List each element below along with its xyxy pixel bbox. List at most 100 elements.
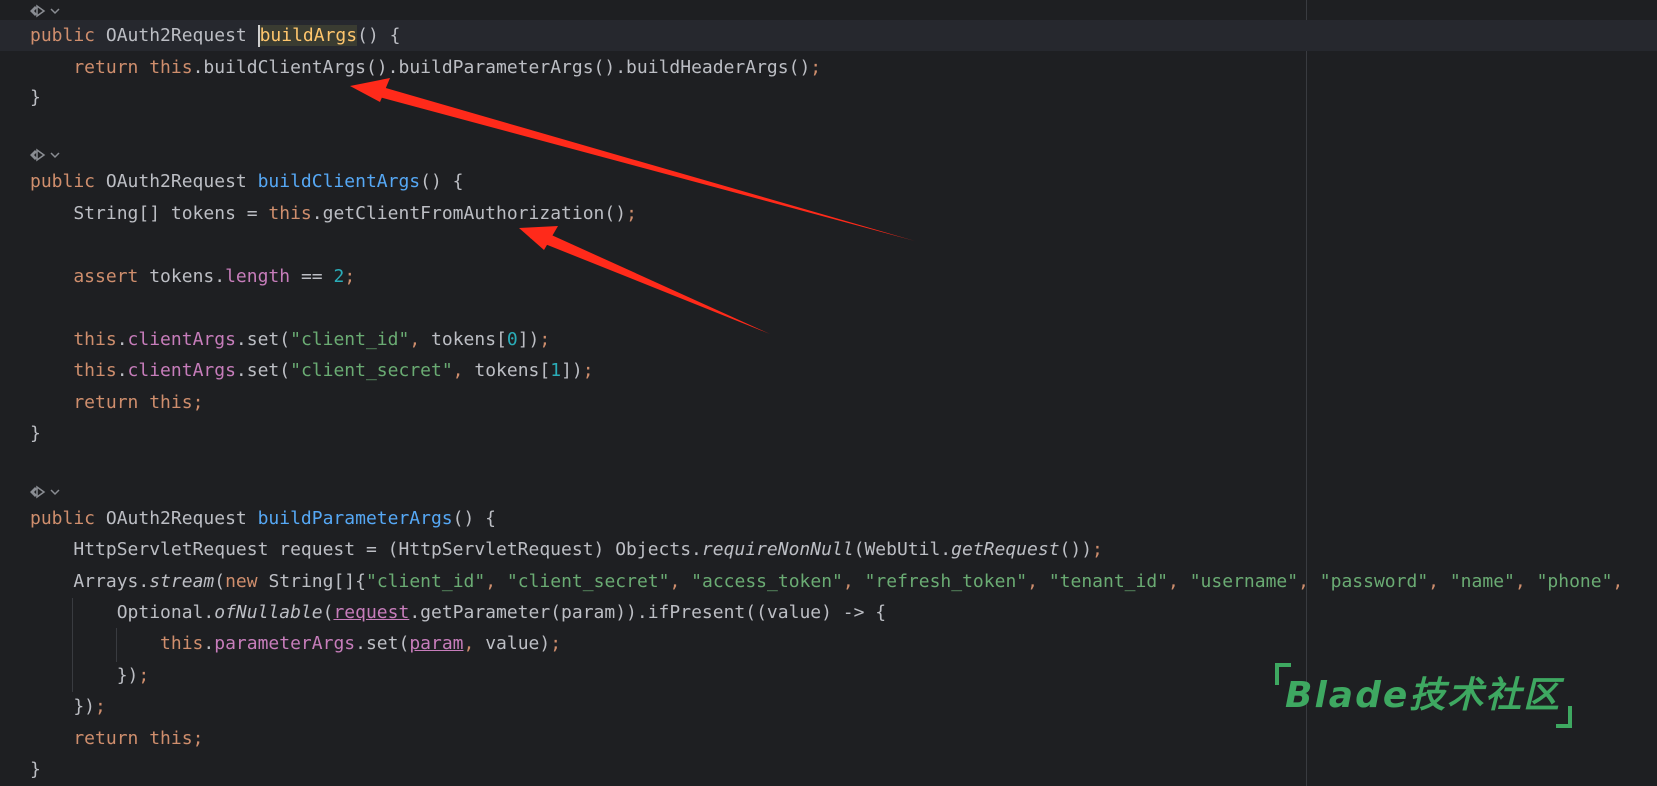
code-line[interactable]: public OAuth2Request buildParameterArgs(… [0, 503, 1657, 534]
code-token: "name" [1449, 571, 1515, 592]
chevron-down-icon[interactable] [50, 487, 60, 497]
watermark-text: Blade技术社区 [1285, 675, 1562, 716]
code-token: . [116, 360, 128, 381]
code-line[interactable]: return this.buildClientArgs().buildParam… [0, 52, 1657, 83]
code-line[interactable]: return this; [0, 387, 1657, 418]
code-line[interactable]: Optional.ofNullable(request.getParameter… [0, 597, 1657, 628]
code-token: String[]{ [268, 571, 366, 592]
implementation-icon[interactable] [28, 3, 46, 19]
code-token: "client_id" [290, 329, 410, 350]
code-token: this [30, 329, 117, 350]
code-line[interactable]: this.clientArgs.set("client_id", tokens[… [0, 324, 1657, 355]
code-token: this [149, 728, 193, 749]
code-token: .getParameter(param)).ifPresent((value) … [409, 602, 887, 623]
code-token: 2 [333, 266, 345, 287]
code-token: "client_secret" [290, 360, 453, 381]
code-text: return this; [30, 387, 203, 418]
code-token: ; [539, 329, 551, 350]
code-token: () { [452, 508, 497, 529]
code-line[interactable]: public OAuth2Request buildArgs() { [0, 20, 1657, 51]
code-token: "password" [1319, 571, 1429, 592]
code-token: tokens[ [431, 329, 507, 350]
code-token: return [30, 57, 150, 78]
code-line[interactable]: } [0, 754, 1657, 785]
code-token: } [30, 423, 41, 444]
code-text: } [30, 82, 41, 113]
code-token: .getClientFromAuthorization() [311, 203, 627, 224]
code-line[interactable]: String[] tokens = this.getClientFromAuth… [0, 198, 1657, 229]
code-text: assert tokens.length == 2; [30, 261, 355, 292]
code-token: "client_id" [366, 571, 486, 592]
code-token: , [1612, 571, 1624, 592]
code-token: } [30, 759, 41, 780]
code-line[interactable]: } [0, 418, 1657, 449]
code-line[interactable]: public OAuth2Request buildClientArgs() { [0, 166, 1657, 197]
code-token: ; [95, 696, 106, 717]
code-token: "client_secret" [506, 571, 670, 592]
code-token: ofNullable [214, 602, 323, 623]
code-token: Arrays. [30, 571, 150, 592]
gutter-override-marker[interactable] [0, 144, 120, 166]
code-token: tokens. [149, 266, 226, 287]
gutter-override-marker[interactable] [0, 481, 120, 503]
code-token: OAuth2Request [105, 508, 258, 529]
code-token: this [30, 360, 117, 381]
code-token: this [30, 633, 204, 654]
gutter-override-marker[interactable] [0, 0, 120, 22]
code-line[interactable]: assert tokens.length == 2; [0, 261, 1657, 292]
code-line[interactable]: this.parameterArgs.set(param, value); [0, 628, 1657, 659]
code-text: this.clientArgs.set("client_id", tokens[… [30, 324, 550, 355]
code-token: () { [420, 171, 464, 192]
code-token: . [203, 633, 215, 654]
chevron-down-icon[interactable] [50, 6, 60, 16]
code-token: new [225, 571, 269, 592]
code-text: return this; [30, 723, 203, 754]
code-token: "phone" [1536, 571, 1613, 592]
code-text: String[] tokens = this.getClientFromAuth… [30, 198, 637, 229]
code-token: this [149, 57, 193, 78]
code-token: public [30, 25, 106, 46]
code-token: , [452, 360, 475, 381]
code-line[interactable]: this.clientArgs.set("client_secret", tok… [0, 355, 1657, 386]
code-token: "username" [1189, 571, 1299, 592]
code-token: assert [30, 266, 150, 287]
code-token: OAuth2Request [105, 25, 258, 46]
code-token: .buildClientArgs().buildParameterArgs().… [192, 57, 811, 78]
code-text: }); [30, 660, 150, 691]
code-line[interactable]: Arrays.stream(new String[]{"client_id", … [0, 566, 1657, 597]
code-token: ; [810, 57, 822, 78]
code-token: buildArgs [259, 25, 358, 46]
code-token: , [1298, 571, 1320, 592]
code-token: "refresh_token" [864, 571, 1028, 592]
code-token: () { [357, 25, 401, 46]
implementation-icon[interactable] [28, 484, 46, 500]
code-token: ; [192, 392, 204, 413]
code-line[interactable]: HttpServletRequest request = (HttpServle… [0, 534, 1657, 565]
code-editor[interactable]: public OAuth2Request buildArgs() { retur… [0, 0, 1657, 786]
code-token: .set( [355, 633, 410, 654]
implementation-icon[interactable] [28, 147, 46, 163]
code-token: OAuth2Request [105, 171, 258, 192]
code-token: clientArgs [127, 360, 236, 381]
code-text: } [30, 754, 41, 785]
chevron-down-icon[interactable] [50, 150, 60, 160]
code-text: } [30, 418, 41, 449]
code-token: public [30, 508, 106, 529]
code-token: ( [322, 602, 334, 623]
code-token: ; [626, 203, 637, 224]
code-token: clientArgs [127, 329, 236, 350]
code-token: param [409, 633, 464, 654]
code-text: Optional.ofNullable(request.getParameter… [30, 597, 886, 628]
code-line[interactable]: return this; [0, 723, 1657, 754]
code-token: ; [582, 360, 594, 381]
code-token: this [268, 203, 312, 224]
watermark-bracket-close [1556, 706, 1572, 728]
code-token: String[] tokens = [30, 203, 269, 224]
code-line[interactable]: } [0, 82, 1657, 113]
code-token: ()) [1059, 539, 1093, 560]
code-token: return [30, 728, 150, 749]
code-token: == [290, 266, 334, 287]
code-token: , [1428, 571, 1450, 592]
code-token: tokens[ [474, 360, 551, 381]
code-token: HttpServletRequest request = (HttpServle… [30, 539, 702, 560]
